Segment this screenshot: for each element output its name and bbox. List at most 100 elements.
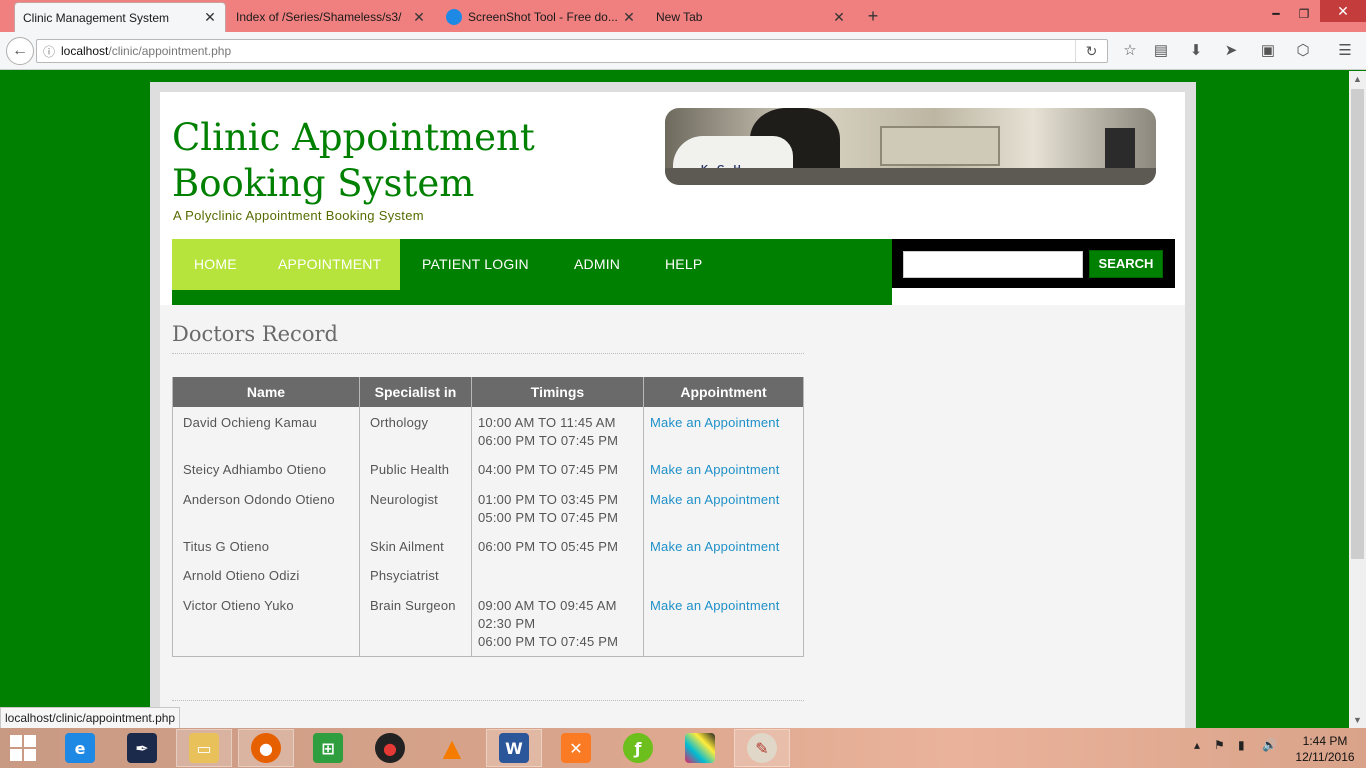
doctor-timing: 06:00 PM TO 05:45 PM — [478, 539, 619, 554]
tab-label: Clinic Management System — [23, 10, 170, 25]
make-appointment-link[interactable]: Make an Appointment — [650, 461, 780, 479]
doctor-name: Victor Otieno Yuko — [183, 598, 294, 613]
window-close-button[interactable]: ✕ — [1320, 0, 1366, 22]
search-button[interactable]: SEARCH — [1089, 250, 1163, 278]
red-app-icon[interactable]: ● — [362, 729, 418, 767]
tray-chevron-icon[interactable]: ▴ — [1194, 738, 1200, 752]
header-banner-image: K.G.H — [665, 108, 1156, 185]
doctor-name: Anderson Odondo Otieno — [183, 492, 335, 507]
new-tab-button[interactable]: + — [862, 4, 884, 28]
close-icon[interactable]: ✕ — [412, 9, 426, 26]
firefox-icon[interactable]: ● — [238, 729, 294, 767]
site-slogan: A Polyclinic Appointment Booking System — [173, 208, 424, 223]
make-appointment-link[interactable]: Make an Appointment — [650, 414, 780, 432]
paint-icon[interactable]: ✎ — [734, 729, 790, 767]
send-icon[interactable]: ➤ — [1220, 40, 1242, 62]
xampp-icon[interactable]: ✕ — [548, 729, 604, 767]
column-divider — [359, 377, 360, 657]
scroll-up-icon[interactable]: ▲ — [1349, 71, 1366, 87]
word-icon[interactable]: W — [486, 729, 542, 767]
menu-hamburger-icon[interactable]: ☰ — [1334, 40, 1356, 62]
menu-help[interactable]: HELP — [665, 239, 702, 290]
file-explorer-icon[interactable]: ▭ — [176, 729, 232, 767]
menu-appointment[interactable]: APPOINTMENT — [278, 239, 381, 290]
minimize-icon[interactable]: ━ — [1266, 2, 1286, 26]
download-icon[interactable]: ⬇ — [1185, 40, 1207, 62]
banner-machine — [880, 126, 1000, 166]
search-input[interactable] — [903, 251, 1083, 278]
word-glyph: W — [499, 733, 529, 763]
restore-icon[interactable]: ❐ — [1294, 2, 1314, 26]
close-icon[interactable]: ✕ — [622, 9, 636, 26]
xampp-glyph: ✕ — [561, 733, 591, 763]
scrollbar-thumb[interactable] — [1351, 89, 1364, 559]
info-icon[interactable]: ⓘ — [37, 43, 61, 60]
pixel-glyph — [685, 733, 715, 763]
volume-icon[interactable]: 🔊 — [1262, 738, 1277, 752]
doctor-name: Steicy Adhiambo Otieno — [183, 462, 327, 477]
internet-explorer-icon[interactable]: e — [52, 729, 108, 767]
close-icon[interactable]: ✕ — [832, 9, 846, 26]
doctor-specialist: Skin Ailment — [370, 539, 444, 554]
doctor-timing: 06:00 PM TO 07:45 PM — [478, 433, 619, 448]
scroll-down-icon[interactable]: ▼ — [1349, 712, 1366, 728]
back-button[interactable]: ← — [6, 37, 34, 65]
dreamweaver-icon[interactable]: ƒ — [610, 729, 666, 767]
make-appointment-link[interactable]: Make an Appointment — [650, 491, 780, 509]
vertical-scrollbar[interactable]: ▲ ▼ — [1349, 71, 1366, 728]
bookmark-star-icon[interactable]: ☆ — [1119, 40, 1141, 62]
reader-list-icon[interactable]: ▤ — [1150, 40, 1172, 62]
tab-label: Index of /Series/Shameless/s3/ — [236, 10, 402, 24]
menu-admin[interactable]: ADMIN — [574, 239, 620, 290]
action-center-flag-icon[interactable]: ⚑ — [1214, 738, 1225, 752]
doctor-timing: 04:00 PM TO 07:45 PM — [478, 462, 619, 477]
paint-glyph: ✎ — [747, 733, 777, 763]
ie-glyph: e — [65, 733, 95, 763]
taskbar-clock[interactable]: 1:44 PM 12/11/2016 — [1290, 733, 1360, 765]
close-icon[interactable]: ✕ — [203, 9, 217, 26]
doctor-timing: 06:00 PM TO 07:45 PM — [478, 634, 619, 649]
doctor-timing: 02:30 PM — [478, 616, 536, 631]
dreamweaver-glyph: ƒ — [623, 733, 653, 763]
make-appointment-link[interactable]: Make an Appointment — [650, 597, 780, 615]
doctor-timing: 10:00 AM TO 11:45 AM — [478, 415, 616, 430]
pixel-app-icon[interactable] — [672, 729, 728, 767]
start-logo-pane — [10, 749, 22, 761]
make-appointment-link[interactable]: Make an Appointment — [650, 538, 780, 556]
store-icon[interactable]: ⊞ — [300, 729, 356, 767]
screenshot-tool-icon — [446, 9, 462, 25]
clock-date: 12/11/2016 — [1295, 750, 1355, 764]
tab-index-series[interactable]: Index of /Series/Shameless/s3/ ✕ — [228, 2, 434, 32]
doctor-timing: 01:00 PM TO 03:45 PM — [478, 492, 619, 507]
feather-glyph: ✒ — [127, 733, 157, 763]
address-bar[interactable]: ⓘ localhost/clinic/appointment.php ↻ — [36, 39, 1108, 63]
start-logo-pane — [24, 735, 36, 747]
feather-app-icon[interactable]: ✒ — [114, 729, 170, 767]
windows-start-icon[interactable] — [10, 735, 38, 763]
power-icon[interactable]: ▮ — [1238, 738, 1245, 752]
reload-icon[interactable]: ↻ — [1075, 40, 1107, 62]
column-divider — [643, 377, 644, 657]
doctor-timing: 09:00 AM TO 09:45 AM — [478, 598, 617, 613]
folder-glyph: ▭ — [189, 733, 219, 763]
red-app-glyph: ● — [375, 733, 405, 763]
start-logo-pane — [10, 735, 22, 747]
pocket-icon[interactable]: ⬡ — [1292, 40, 1314, 62]
doctor-name: Arnold Otieno Odizi — [183, 568, 300, 583]
column-header-appointment: Appointment — [644, 377, 803, 407]
tab-new-tab[interactable]: New Tab ✕ — [648, 2, 854, 32]
tab-clinic-management[interactable]: Clinic Management System ✕ — [14, 2, 226, 32]
divider — [172, 700, 804, 701]
column-header-name: Name — [173, 377, 359, 407]
vlc-glyph: ▲ — [442, 734, 462, 762]
doctor-specialist: Neurologist — [370, 492, 438, 507]
doctor-specialist: Phsyciatrist — [370, 568, 439, 583]
vlc-icon[interactable]: ▲ — [424, 729, 480, 767]
menu-patient-login[interactable]: PATIENT LOGIN — [422, 239, 529, 290]
doctor-timing: 05:00 PM TO 07:45 PM — [478, 510, 619, 525]
divider — [172, 353, 804, 354]
tab-screenshot-tool[interactable]: ScreenShot Tool - Free do... ✕ — [438, 2, 644, 32]
store-glyph: ⊞ — [313, 733, 343, 763]
extension-icon[interactable]: ▣ — [1257, 40, 1279, 62]
menu-home[interactable]: HOME — [194, 239, 237, 290]
